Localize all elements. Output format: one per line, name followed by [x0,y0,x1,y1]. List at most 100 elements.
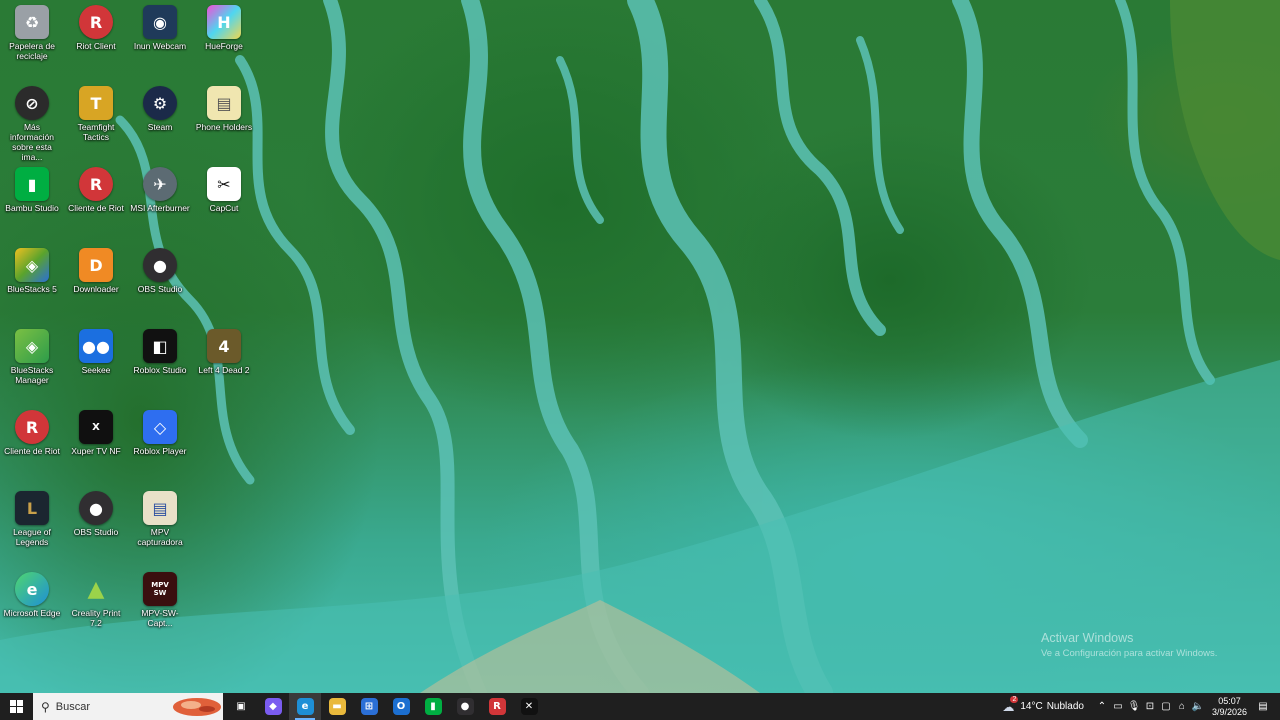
monitor-icon[interactable]: ▢ [1159,699,1173,715]
obs-icon: ● [143,248,177,282]
bambu-icon: ▮ [15,167,49,201]
riot-client-icon: R [488,698,506,715]
webcam-icon: ◉ [143,5,177,39]
taskbar-app-bambu-studio[interactable]: ▮ [417,693,449,720]
desktop-icon-downloader[interactable]: D Downloader [64,245,128,325]
roblox-player-icon: ◇ [143,410,177,444]
windows-logo-icon [10,700,23,713]
taskbar-search-box[interactable]: ⚲ Buscar [33,693,223,720]
taskbar-app-obs[interactable]: ● [449,693,481,720]
obs-icon: ● [79,491,113,525]
volume-icon[interactable]: 🔈 [1191,699,1205,715]
riot-client-icon: R [79,167,113,201]
taskbar-app-riot-client[interactable]: R [481,693,513,720]
desktop-icon-microsoft-edge[interactable]: e Microsoft Edge [0,569,64,649]
riot-client-icon: R [15,410,49,444]
desktop-icon-league-of-legends[interactable]: L League of Legends [0,488,64,568]
desktop-icon-steam[interactable]: ⚙ Steam [128,83,192,163]
taskbar-app-file-explorer[interactable]: ▬ [321,693,353,720]
search-highlight-art-icon [173,698,221,716]
league-of-legends-icon: L [15,491,49,525]
taskbar: ⚲ Buscar ▣ ◆ e ▬ ⊞ O ▮ ● R ✕ ☁ 2 14°C Nublado ⌃ ▭ … [0,693,1280,720]
task-view-icon: ▣ [232,698,250,715]
msi-afterburner-icon: ✈ [143,167,177,201]
weather-badge: 2 [1010,695,1019,703]
desktop-icon-inun-webcam[interactable]: ◉ Inun Webcam [128,2,192,82]
desktop-icon-left-4-dead-2[interactable]: 4 Left 4 Dead 2 [192,326,256,406]
clock-date: 3/9/2026 [1211,706,1247,717]
left4dead2-icon: 4 [207,329,241,363]
desktop-icon-mpv-sw-capture[interactable]: MPV SW MPV-SW-Capt... [128,569,192,649]
desktop-icon-hueforge[interactable]: H HueForge [192,2,256,82]
taskbar-app-task-view[interactable]: ▣ [225,693,257,720]
network-icon[interactable]: ⌂ [1175,699,1189,715]
desktop-icon-cliente-de-riot[interactable]: R Cliente de Riot [64,164,128,244]
desktop-icon-bambu-studio[interactable]: ▮ Bambu Studio [0,164,64,244]
downloader-icon: D [79,248,113,282]
desktop-icon-creality-print[interactable]: ▲ Creality Print 7.2 [64,569,128,649]
weather-temp: 14°C [1020,701,1043,712]
creality-print-icon: ▲ [87,576,105,602]
clock[interactable]: 05:07 3/9/2026 [1212,696,1247,718]
desktop-icon-seekee[interactable]: ●● Seekee [64,326,128,406]
bluestacks-manager-icon: ◈ [15,329,49,363]
desktop-icon-roblox-studio[interactable]: ◧ Roblox Studio [128,326,192,406]
watermark-title: Activar Windows [1041,631,1134,645]
desktop-icon-bluestacks-5[interactable]: ◈ BlueStacks 5 [0,245,64,325]
recycle-bin-icon: ♻ [15,5,49,39]
file-icon: ▤ [207,86,241,120]
file-explorer-icon: ▬ [328,698,346,715]
taskbar-app-capcut[interactable]: ✕ [513,693,545,720]
taskbar-app-microsoft-store[interactable]: ⊞ [353,693,385,720]
start-button[interactable] [0,693,33,720]
capcut-icon: ✂ [207,167,241,201]
desktop-icon-xuper-tv[interactable]: X Xuper TV NF [64,407,128,487]
taskbar-apps: ▣ ◆ e ▬ ⊞ O ▮ ● R ✕ [225,693,545,720]
info-icon: ⊘ [15,86,49,120]
mpv-icon: ▤ [143,491,177,525]
taskbar-app-copilot[interactable]: ◆ [257,693,289,720]
desktop-icon-mpv-capturadora[interactable]: ▤ MPV capturadora [128,488,192,568]
bambu-studio-icon: ▮ [424,698,442,715]
desktop-icon-msi-afterburner[interactable]: ✈ MSI Afterburner [128,164,192,244]
weather-condition: Nublado [1046,701,1084,712]
cloud-icon: ☁ 2 [1002,695,1019,714]
desktop-icon-more-info[interactable]: ⊘ Más información sobre esta ima... [0,83,64,163]
desktop-icon-bluestacks-manager[interactable]: ◈ BlueStacks Manager [0,326,64,406]
desktop-icon-phone-holders[interactable]: ▤ Phone Holders [192,83,256,163]
desktop-icon-recycle-bin[interactable]: ♻ Papelera de reciclaje [0,2,64,82]
obs-icon: ● [456,698,474,715]
desktop-icon-riot-client[interactable]: R Riot Client [64,2,128,82]
desktop-icon-obs-studio-2[interactable]: ● OBS Studio [64,488,128,568]
desktop-icon-teamfight-tactics[interactable]: T Teamfight Tactics [64,83,128,163]
clock-time: 05:07 [1218,695,1241,706]
seekee-icon: ●● [79,329,113,363]
desktop-icon-cliente-de-riot-2[interactable]: R Cliente de Riot [0,407,64,487]
search-icon: ⚲ [41,699,50,714]
taskbar-app-edge[interactable]: e [289,693,321,720]
taskbar-app-outlook[interactable]: O [385,693,417,720]
activation-watermark: Activar Windows Ve a Configuración para … [1041,631,1217,659]
notifications-icon[interactable]: ▤ [1256,699,1270,715]
desktop-icon-capcut[interactable]: ✂ CapCut [192,164,256,244]
watermark-subtitle: Ve a Configuración para activar Windows. [1041,648,1218,659]
desktop-icon-roblox-player[interactable]: ◇ Roblox Player [128,407,192,487]
search-placeholder: Buscar [55,700,91,713]
xupertv-icon: X [79,410,113,444]
chevron-up-icon[interactable]: ⌃ [1095,699,1109,715]
weather-widget[interactable]: ☁ 2 14°C Nublado [1002,695,1084,714]
system-tray: ☁ 2 14°C Nublado ⌃ ▭ 🎙 ⊡ ▢ ⌂ 🔈 05:07 3/9/… [1002,695,1280,718]
hueforge-icon: H [207,5,241,39]
edge-icon: e [296,698,314,715]
riot-client-icon: R [79,5,113,39]
microphone-icon[interactable]: 🎙 [1127,699,1141,715]
edge-icon: e [15,572,49,606]
capture-icon[interactable]: ⊡ [1143,699,1157,715]
capcut-icon: ✕ [520,698,538,715]
desktop-wallpaper: ♻ Papelera de reciclaje R Riot Client ◉ … [0,0,1280,693]
desktop-icon-obs-studio[interactable]: ● OBS Studio [128,245,192,325]
copilot-icon: ◆ [264,698,282,715]
steam-icon: ⚙ [143,86,177,120]
video-icon[interactable]: ▭ [1111,699,1125,715]
mpv-sw-capture-icon: MPV SW [143,572,177,606]
